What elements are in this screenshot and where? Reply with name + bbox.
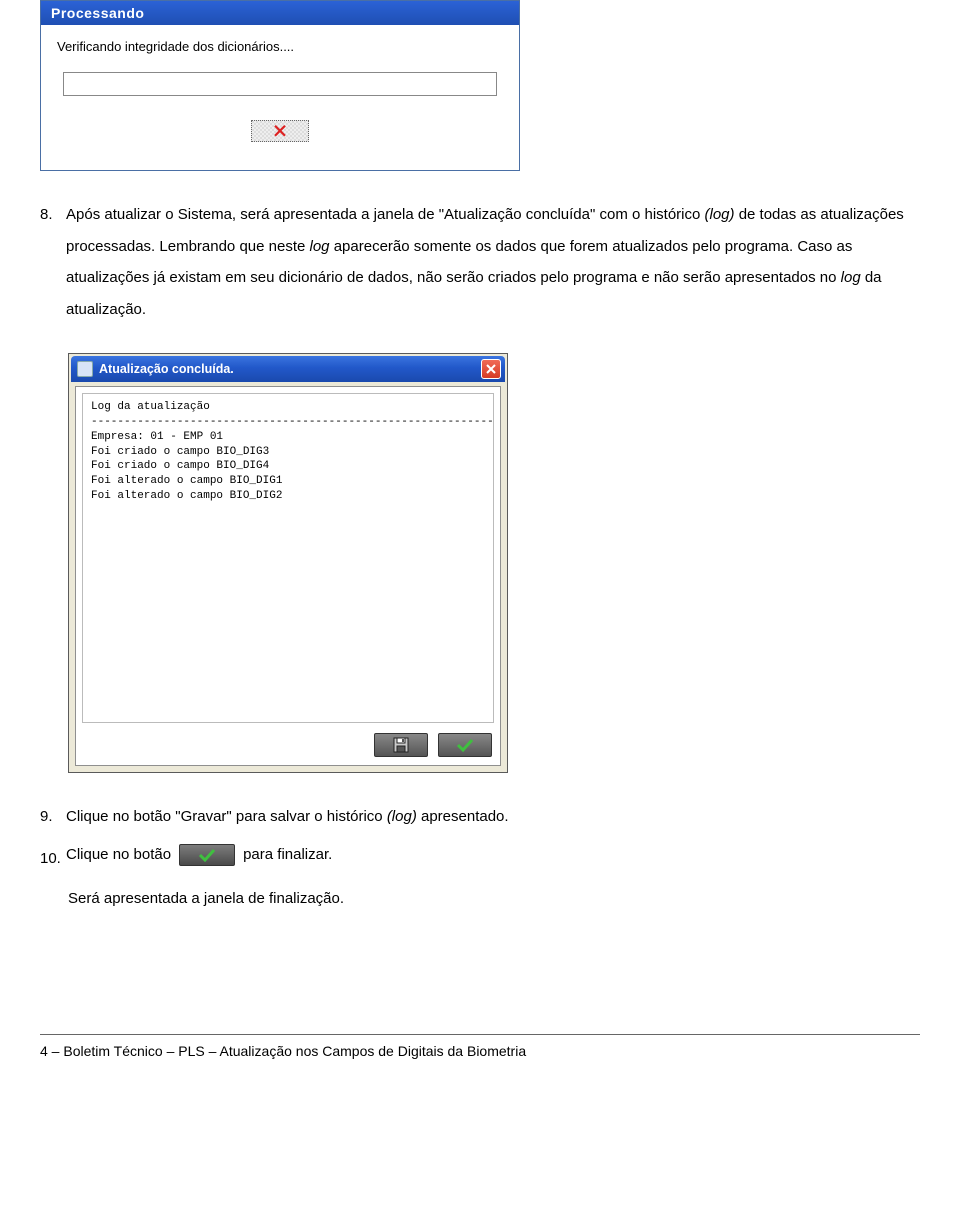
dialog-title: Atualização concluída.	[99, 362, 234, 376]
step-10: 10. Clique no botão para finalizar.	[40, 843, 920, 875]
processing-dialog: Processando Verificando integridade dos …	[40, 0, 520, 171]
step-text: Clique no botão para finalizar.	[66, 843, 920, 867]
close-x-icon	[273, 124, 287, 138]
close-button[interactable]	[481, 359, 501, 379]
step-number: 8.	[40, 199, 66, 231]
log-textarea: Log da atualização ---------------------…	[82, 393, 494, 723]
step-8: 8. Após atualizar o Sistema, será aprese…	[40, 199, 920, 325]
closing-text: Será apresentada a janela de finalização…	[68, 884, 920, 914]
cancel-button[interactable]	[251, 120, 309, 142]
check-icon	[198, 848, 216, 862]
progress-bar	[63, 72, 497, 96]
confirm-button[interactable]	[438, 733, 492, 757]
step-number: 10.	[40, 843, 66, 875]
dialog-titlebar: Atualização concluída.	[71, 356, 505, 382]
dialog-title: Processando	[41, 1, 519, 25]
close-icon	[485, 363, 497, 375]
check-icon	[456, 738, 474, 752]
save-button[interactable]	[374, 733, 428, 757]
save-disk-icon	[393, 737, 409, 753]
update-complete-dialog: Atualização concluída. Log da atualizaçã…	[68, 353, 508, 773]
step-text: Após atualizar o Sistema, será apresenta…	[66, 199, 920, 325]
status-text: Verificando integridade dos dicionários.…	[57, 39, 503, 54]
confirm-button-inline[interactable]	[179, 844, 235, 866]
footer-divider	[40, 1034, 920, 1035]
step-9: 9. Clique no botão "Gravar" para salvar …	[40, 801, 920, 833]
page-footer: 4 – Boletim Técnico – PLS – Atualização …	[40, 1043, 920, 1079]
step-number: 9.	[40, 801, 66, 833]
step-text: Clique no botão "Gravar" para salvar o h…	[66, 801, 920, 833]
app-icon	[77, 361, 93, 377]
